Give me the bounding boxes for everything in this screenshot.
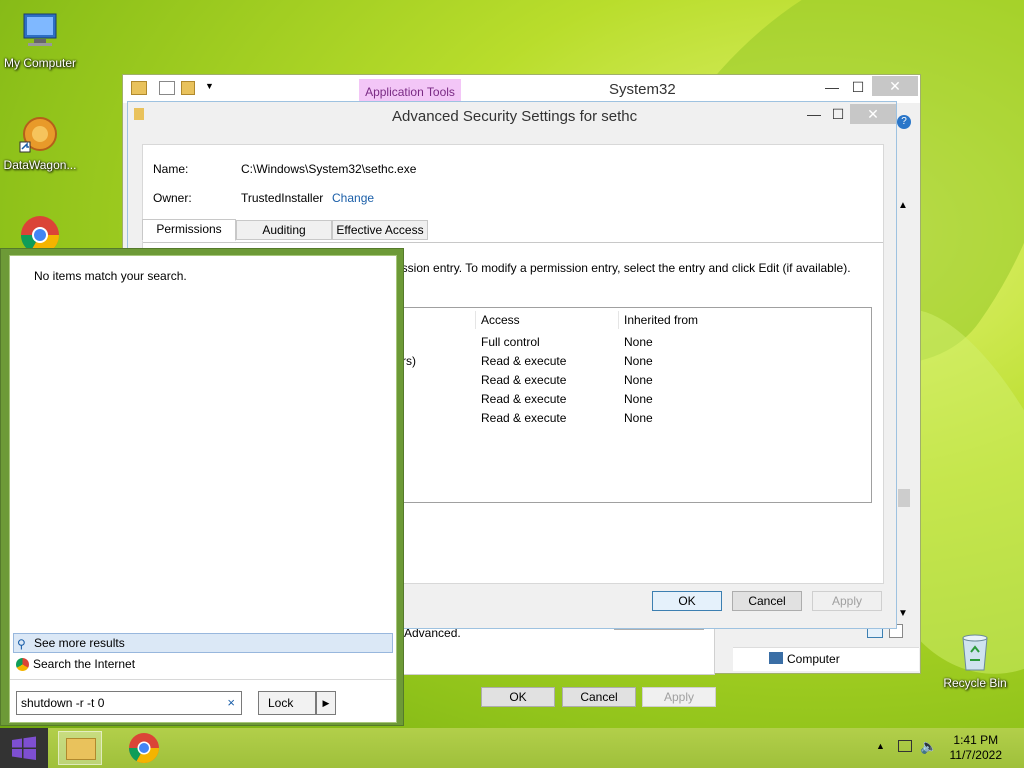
row-access: Read & execute — [481, 354, 567, 368]
owner-value: TrustedInstaller — [241, 191, 324, 205]
chrome-icon — [129, 733, 159, 764]
tab-permissions[interactable]: Permissions — [142, 219, 236, 241]
datawagon-icon — [18, 112, 62, 156]
scroll-up-icon[interactable]: ▲ — [898, 200, 908, 211]
column-separator — [618, 311, 619, 329]
dialog-close-button[interactable]: ✕ — [850, 104, 896, 124]
recycle-bin-icon — [953, 630, 997, 674]
network-icon[interactable] — [898, 740, 912, 752]
row-inherited: None — [624, 411, 653, 425]
search-query: shutdown -r -t 0 — [21, 696, 105, 710]
taskbar-explorer-button[interactable] — [58, 731, 102, 765]
dialog-minimize-button[interactable]: — — [802, 105, 826, 123]
properties-cancel-button[interactable]: Cancel — [562, 687, 636, 707]
instruction-text: ission entry. To modify a permission ent… — [399, 261, 851, 275]
taskbar-chrome-button[interactable] — [122, 731, 166, 765]
row-access: Read & execute — [481, 392, 567, 406]
row-inherited: None — [624, 373, 653, 387]
explorer-status-bar: Computer — [733, 624, 919, 671]
dialog-maximize-button[interactable]: ☐ — [826, 105, 850, 123]
search-icon: ⚲ — [17, 637, 26, 651]
search-panel: No items match your search. ⚲ See more r… — [0, 248, 404, 726]
change-owner-link[interactable]: Change — [332, 191, 374, 205]
start-button[interactable] — [0, 728, 48, 768]
table-row[interactable]: Read & execute None — [392, 409, 870, 427]
desktop-icon-my-computer[interactable]: My Computer — [0, 10, 80, 70]
row-access: Read & execute — [481, 411, 567, 425]
cancel-button[interactable]: Cancel — [732, 591, 802, 611]
windows-logo-icon — [12, 736, 36, 760]
lock-button[interactable]: Lock — [258, 691, 316, 715]
name-value: C:\Windows\System32\sethc.exe — [241, 162, 417, 176]
properties-dialog-body: Advanced. — [403, 623, 715, 675]
tab-auditing[interactable]: Auditing — [236, 220, 332, 240]
computer-icon — [18, 10, 62, 54]
search-internet-link[interactable]: Search the Internet — [13, 655, 393, 675]
desktop-icon-recycle-bin[interactable]: Recycle Bin — [935, 630, 1015, 690]
desktop-icon-label: DataWagon... — [3, 158, 77, 172]
folder-icon[interactable] — [131, 81, 147, 95]
row-inherited: None — [624, 392, 653, 406]
desktop-icon-label: Recycle Bin — [943, 676, 1007, 690]
taskbar: ▲ 🔈 1:41 PM 11/7/2022 — [0, 728, 1024, 768]
tab-divider — [143, 242, 883, 243]
see-more-results-link[interactable]: ⚲ See more results — [13, 633, 393, 653]
name-label: Name: — [153, 162, 189, 176]
search-divider — [10, 679, 396, 680]
chrome-icon — [16, 658, 29, 671]
volume-icon[interactable]: 🔈 — [920, 738, 937, 755]
explorer-scrollbar[interactable]: ? ▲ ▼ — [894, 105, 914, 625]
explorer-title: System32 — [609, 81, 676, 98]
status-location[interactable]: Computer — [787, 652, 840, 666]
owner-label: Owner: — [153, 191, 192, 205]
see-more-results-label: See more results — [34, 636, 125, 650]
help-icon[interactable]: ? — [897, 115, 911, 129]
dialog-title: Advanced Security Settings for sethc — [392, 108, 638, 125]
no-results-text: No items match your search. — [34, 269, 187, 283]
table-row[interactable]: Read & execute None — [392, 371, 870, 389]
search-internet-label: Search the Internet — [33, 657, 136, 671]
table-row[interactable]: Read & execute None — [392, 352, 870, 370]
power-options-arrow-icon[interactable]: ▶ — [316, 691, 336, 715]
clock[interactable]: 1:41 PM 11/7/2022 — [950, 733, 1003, 763]
explorer-minimize-button[interactable]: — — [820, 78, 844, 96]
properties-ok-button[interactable]: OK — [481, 687, 555, 707]
search-results-pane: No items match your search. ⚲ See more r… — [9, 255, 397, 723]
table-row[interactable]: Full control None — [392, 333, 870, 351]
explorer-maximize-button[interactable]: ☐ — [846, 78, 870, 96]
column-header-access[interactable]: Access — [481, 313, 520, 327]
show-hidden-icons-icon[interactable]: ▲ — [876, 741, 885, 751]
column-separator — [475, 311, 476, 329]
clear-search-icon[interactable]: × — [227, 692, 235, 714]
scroll-thumb[interactable] — [898, 489, 910, 507]
desktop-icon-datawagon[interactable]: DataWagon... — [0, 112, 80, 172]
scroll-down-icon[interactable]: ▼ — [898, 608, 908, 619]
tab-effective-access[interactable]: Effective Access — [332, 220, 428, 240]
new-folder-icon[interactable] — [181, 81, 195, 95]
explorer-title-bar: ▼ Application Tools System32 — ☐ ✕ — [123, 75, 920, 103]
clock-time: 1:41 PM — [953, 733, 999, 747]
desktop-icon-label: My Computer — [3, 56, 77, 70]
row-access: Read & execute — [481, 373, 567, 387]
explorer-close-button[interactable]: ✕ — [872, 76, 918, 96]
properties-apply-button[interactable]: Apply — [642, 687, 716, 707]
file-explorer-icon — [66, 738, 96, 760]
table-row[interactable]: Read & execute None — [392, 390, 870, 408]
application-tools-tab[interactable]: Application Tools — [359, 79, 461, 103]
row-inherited: None — [624, 335, 653, 349]
row-access: Full control — [481, 335, 540, 349]
clock-date: 11/7/2022 — [949, 748, 1003, 762]
quick-access-dropdown-icon[interactable]: ▼ — [205, 81, 214, 91]
properties-icon[interactable] — [159, 81, 175, 95]
computer-small-icon — [769, 652, 783, 664]
permission-entries-list[interactable]: Access Inherited from tors) Full control… — [391, 307, 872, 503]
ok-button[interactable]: OK — [652, 591, 722, 611]
apply-button[interactable]: Apply — [812, 591, 882, 611]
search-input[interactable]: shutdown -r -t 0 × — [16, 691, 242, 715]
shield-folder-icon — [134, 108, 144, 120]
column-header-inherited[interactable]: Inherited from — [624, 313, 698, 327]
row-inherited: None — [624, 354, 653, 368]
